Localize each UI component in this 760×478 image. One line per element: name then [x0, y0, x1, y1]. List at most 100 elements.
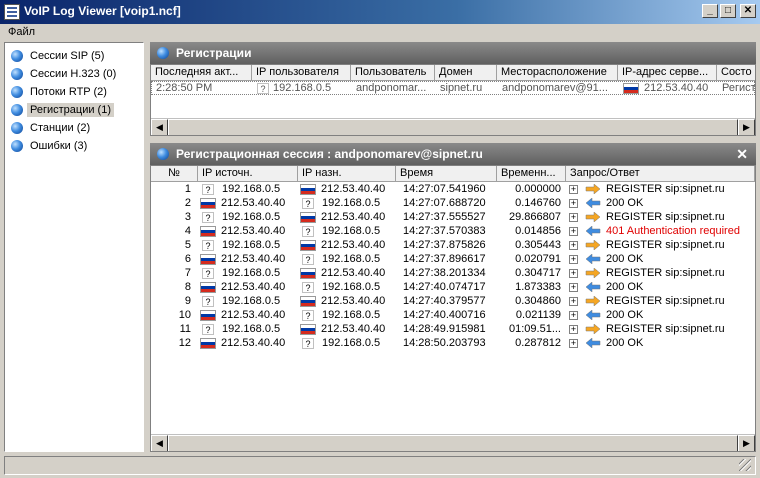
table-row[interactable]: 8 212.53.40.40? 192.168.0.5 14:27:40.074717…	[151, 280, 755, 294]
maximize-button[interactable]: □	[720, 4, 736, 18]
column-header[interactable]: Пользователь	[351, 65, 435, 81]
plus-icon[interactable]: +	[569, 226, 578, 236]
resize-grip-icon[interactable]	[739, 459, 751, 471]
sip-message[interactable]: +200 OK	[567, 196, 755, 210]
column-header[interactable]: Временн...	[497, 166, 566, 182]
cell-text: andponomarev@91...	[502, 82, 608, 94]
sip-message[interactable]: +200 OK	[567, 252, 755, 266]
column-header[interactable]: Время	[396, 166, 497, 182]
scroll-thumb[interactable]	[168, 119, 738, 135]
time-delta: 29.866807	[509, 211, 561, 223]
scroll-right-icon[interactable]: ▶	[738, 119, 755, 135]
sip-message-text: REGISTER sip:sipnet.ru	[606, 267, 725, 279]
source-ip-text: 212.53.40.40	[221, 337, 286, 349]
table-row[interactable]: 5? 192.168.0.5 212.53.40.40 14:27:37.875826…	[151, 238, 755, 252]
menu-file[interactable]: Файл	[8, 26, 35, 38]
table-row[interactable]: 3? 192.168.0.5 212.53.40.40 14:27:37.555527…	[151, 210, 755, 224]
timestamp: 14:27:37.875826	[403, 239, 486, 251]
table-row[interactable]: 9? 192.168.0.5 212.53.40.40 14:27:40.379577…	[151, 294, 755, 308]
destination-ip: ? 192.168.0.5	[300, 252, 394, 266]
column-header[interactable]: №	[151, 166, 198, 182]
table-row[interactable]: 2 212.53.40.40? 192.168.0.5 14:27:07.688720…	[151, 196, 755, 210]
reg-cell-location: andponomarev@91...	[502, 81, 619, 95]
cell-text: andponomar...	[356, 82, 427, 94]
sip-message[interactable]: + REGISTER sip:sipnet.ru	[567, 266, 755, 280]
table-row[interactable]: 12 212.53.40.40? 192.168.0.5 14:28:50.20379…	[151, 336, 755, 350]
scroll-right-icon[interactable]: ▶	[738, 435, 755, 451]
column-header[interactable]: IP источн.	[198, 166, 298, 182]
question-flag-icon: ?	[202, 267, 214, 279]
left-arrow-icon	[585, 338, 601, 349]
sip-message[interactable]: +200 OK	[567, 336, 755, 350]
sidebar-item[interactable]: Сессии SIP (5)	[11, 47, 107, 65]
sip-message[interactable]: +200 OK	[567, 308, 755, 322]
horizontal-scrollbar[interactable]: ◀ ▶	[151, 118, 755, 135]
plus-icon[interactable]: +	[569, 268, 578, 278]
column-header[interactable]: IP-адрес серве...	[618, 65, 717, 81]
plus-icon[interactable]: +	[569, 310, 578, 320]
cell-text: 2:28:50 PM	[156, 82, 213, 94]
table-row[interactable]: 10 212.53.40.40? 192.168.0.5 14:27:40.40071…	[151, 308, 755, 322]
question-flag-icon: ?	[202, 211, 214, 223]
sip-message[interactable]: + REGISTER sip:sipnet.ru	[567, 210, 755, 224]
plus-icon[interactable]: +	[569, 198, 578, 208]
minimize-button[interactable]: _	[702, 4, 718, 18]
horizontal-scrollbar[interactable]: ◀ ▶	[151, 434, 755, 451]
plus-icon[interactable]: +	[569, 324, 578, 334]
sip-message[interactable]: + REGISTER sip:sipnet.ru	[567, 182, 755, 196]
timestamp: 14:27:37.555527	[403, 211, 486, 223]
sip-message-text: 401 Authentication required	[606, 225, 740, 237]
sidebar-item-label: Станции (2)	[30, 122, 91, 134]
sip-message[interactable]: +200 OK	[567, 280, 755, 294]
plus-icon[interactable]: +	[569, 240, 578, 250]
scroll-thumb[interactable]	[168, 435, 738, 451]
table-row[interactable]: 4 212.53.40.40? 192.168.0.5 14:27:37.570383…	[151, 224, 755, 238]
sidebar-item[interactable]: Регистрации (1)	[11, 101, 114, 119]
blue-ball-icon	[11, 50, 23, 62]
left-arrow-icon	[585, 198, 601, 209]
column-header[interactable]: Месторасположение	[497, 65, 618, 81]
table-row[interactable]: 6 212.53.40.40? 192.168.0.5 14:27:37.896617…	[151, 252, 755, 266]
plus-icon[interactable]: +	[569, 338, 578, 348]
right-arrow-icon	[585, 296, 601, 307]
source-ip: 212.53.40.40	[200, 308, 296, 322]
session-grid: № IP источн. IP назн. Время Временн... Запрос…	[150, 165, 756, 452]
plus-icon[interactable]: +	[569, 212, 578, 222]
plus-icon[interactable]: +	[569, 254, 578, 264]
plus-icon[interactable]: +	[569, 282, 578, 292]
column-header[interactable]: Запрос/Ответ	[566, 166, 755, 182]
sip-message[interactable]: +401 Authentication required	[567, 224, 755, 238]
destination-ip: ? 192.168.0.5	[300, 336, 394, 350]
sidebar-item[interactable]: Станции (2)	[11, 119, 93, 137]
sip-message[interactable]: + REGISTER sip:sipnet.ru	[567, 238, 755, 252]
sidebar-item[interactable]: Потоки RTP (2)	[11, 83, 110, 101]
column-header[interactable]: IP пользователя	[252, 65, 351, 81]
column-header[interactable]: Состо	[717, 65, 755, 81]
table-row[interactable]: 2:28:50 PM? 192.168.0.5 andponomar... sipne…	[151, 81, 755, 95]
sip-message-text: REGISTER sip:sipnet.ru	[606, 239, 725, 251]
window-close-button[interactable]: ✕	[740, 4, 756, 18]
plus-icon[interactable]: +	[569, 184, 578, 194]
table-row[interactable]: 11? 192.168.0.5 212.53.40.40 14:28:49.91598…	[151, 322, 755, 336]
registrations-header: Регистрации	[150, 42, 756, 64]
source-ip: ? 192.168.0.5	[200, 266, 296, 280]
sip-message[interactable]: + REGISTER sip:sipnet.ru	[567, 294, 755, 308]
sip-message[interactable]: + REGISTER sip:sipnet.ru	[567, 322, 755, 336]
source-ip: ? 192.168.0.5	[200, 322, 296, 336]
destination-ip-text: 192.168.0.5	[322, 253, 381, 265]
column-header[interactable]: Последняя акт...	[151, 65, 252, 81]
source-ip-text: 212.53.40.40	[221, 309, 286, 321]
registrations-title: Регистрации	[176, 46, 252, 60]
scroll-left-icon[interactable]: ◀	[151, 435, 168, 451]
scroll-left-icon[interactable]: ◀	[151, 119, 168, 135]
table-row[interactable]: 1? 192.168.0.5 212.53.40.40 14:27:07.541960…	[151, 182, 755, 196]
sip-message-text: REGISTER sip:sipnet.ru	[606, 211, 725, 223]
plus-icon[interactable]: +	[569, 296, 578, 306]
table-row[interactable]: 7? 192.168.0.5 212.53.40.40 14:27:38.201334…	[151, 266, 755, 280]
question-flag-icon: ?	[202, 295, 214, 307]
column-header[interactable]: Домен	[435, 65, 497, 81]
column-header[interactable]: IP назн.	[298, 166, 396, 182]
sidebar-item[interactable]: Ошибки (3)	[11, 137, 90, 155]
sidebar-item[interactable]: Сессии H.323 (0)	[11, 65, 119, 83]
close-icon[interactable]: ✕	[736, 146, 748, 163]
